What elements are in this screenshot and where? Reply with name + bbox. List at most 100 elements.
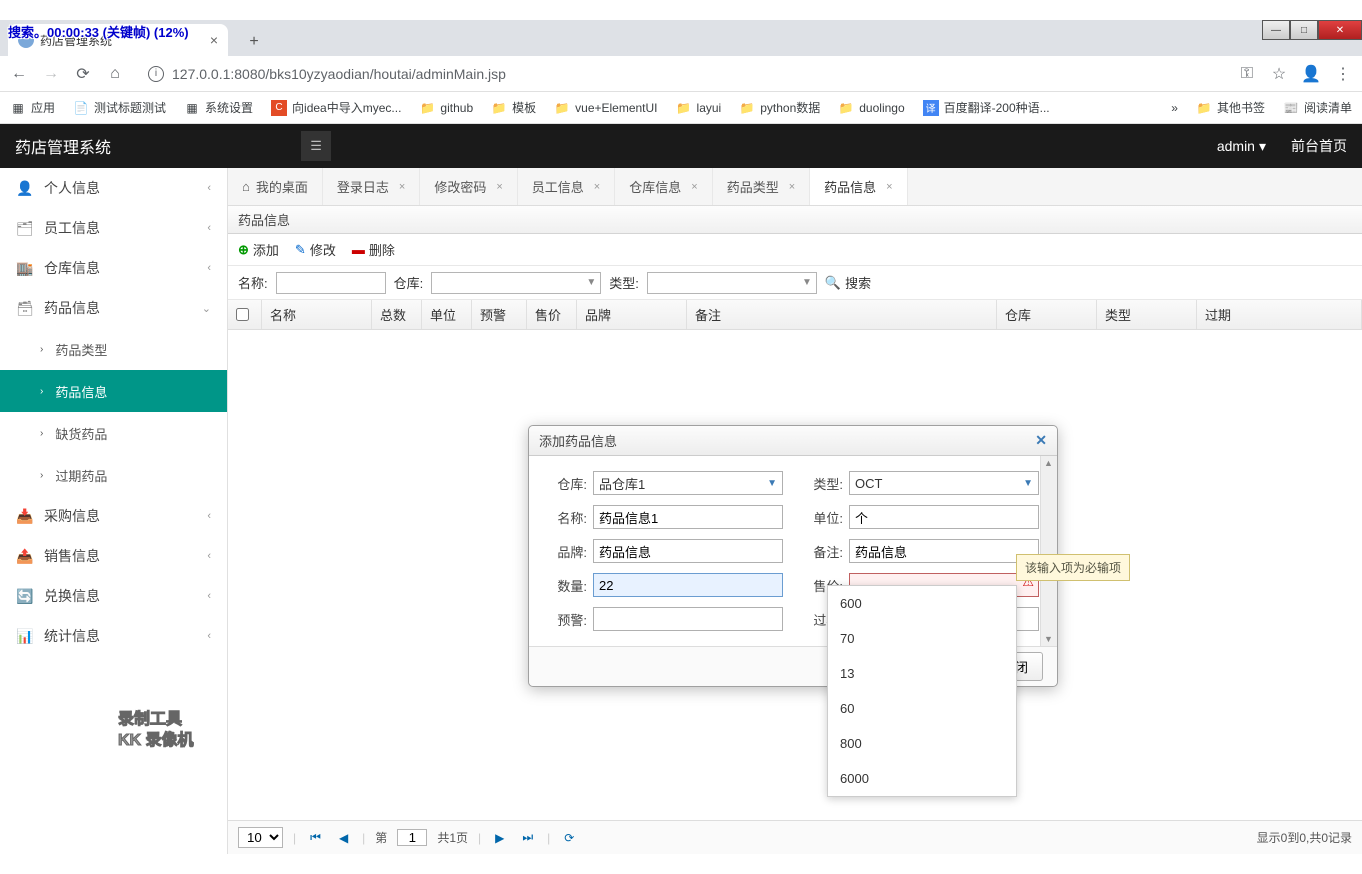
user-menu[interactable]: admin ▾ (1217, 138, 1266, 155)
dialog-close-icon[interactable]: ✕ (1035, 432, 1047, 449)
delete-button[interactable]: ▬删除 (352, 240, 395, 259)
tab-changepw[interactable]: 修改密码× (420, 168, 517, 205)
bookmark-folder[interactable]: 📁layui (676, 100, 722, 116)
add-button[interactable]: ⊕添加 (238, 240, 279, 259)
col-warn[interactable]: 预警 (472, 300, 527, 329)
col-wh[interactable]: 仓库 (997, 300, 1097, 329)
browser-menu-icon[interactable]: ⋮ (1334, 65, 1352, 83)
tab-drugtype[interactable]: 药品类型× (713, 168, 810, 205)
forward-icon[interactable]: → (42, 65, 60, 83)
sidebar-item-staff[interactable]: 🗂员工信息‹ (0, 208, 227, 248)
sidebar-sub-expired[interactable]: ›过期药品 (0, 454, 227, 496)
name-input[interactable] (593, 505, 783, 529)
search-type-combo[interactable]: ▼ (647, 272, 817, 294)
col-brand[interactable]: 品牌 (577, 300, 687, 329)
profile-icon[interactable]: 👤 (1302, 65, 1320, 83)
reading-list[interactable]: 📰阅读清单 (1283, 99, 1352, 116)
password-key-icon[interactable]: ⚿ (1238, 65, 1256, 83)
page-number-input[interactable] (397, 829, 427, 846)
dropdown-option[interactable]: 60 (828, 691, 1016, 726)
close-icon[interactable]: × (594, 181, 600, 193)
next-page-icon[interactable]: ▶ (491, 831, 508, 845)
window-maximize[interactable]: □ (1290, 20, 1318, 40)
unit-input[interactable] (849, 505, 1039, 529)
close-icon[interactable]: × (496, 181, 502, 193)
bookmark-folder[interactable]: 📁vue+ElementUI (554, 100, 657, 116)
col-total[interactable]: 总数 (372, 300, 422, 329)
col-remark[interactable]: 备注 (687, 300, 997, 329)
bookmark-star-icon[interactable]: ☆ (1270, 65, 1288, 83)
prev-page-icon[interactable]: ◀ (335, 831, 352, 845)
bookmark-item[interactable]: 译百度翻译-200种语... (923, 99, 1050, 116)
home-icon[interactable]: ⌂ (106, 65, 124, 83)
tab-staff[interactable]: 员工信息× (518, 168, 615, 205)
chevron-right-icon: › (40, 470, 43, 481)
close-icon[interactable]: × (789, 181, 795, 193)
close-icon[interactable]: × (886, 181, 892, 193)
sidebar-item-drugs[interactable]: 🗃药品信息⌄ (0, 288, 227, 328)
col-type[interactable]: 类型 (1097, 300, 1197, 329)
reload-icon[interactable]: ⟳ (74, 65, 92, 83)
tab-close-icon[interactable]: × (210, 32, 218, 48)
dropdown-option[interactable]: 600 (828, 586, 1016, 621)
last-page-icon[interactable]: ⏭ (518, 830, 537, 845)
close-icon[interactable]: × (399, 181, 405, 193)
tab-warehouse[interactable]: 仓库信息× (615, 168, 712, 205)
dialog-title-bar[interactable]: 添加药品信息 ✕ (529, 426, 1057, 456)
bookmark-item[interactable]: ▦系统设置 (184, 99, 253, 116)
dropdown-option[interactable]: 70 (828, 621, 1016, 656)
sidebar-item-stats[interactable]: 📊统计信息‹ (0, 616, 227, 656)
bookmarks-overflow[interactable]: » (1171, 101, 1178, 115)
url-bar[interactable]: i 127.0.0.1:8080/bks10yzyaodian/houtai/a… (138, 66, 1224, 82)
sidebar-item-exchange[interactable]: 🔄兑换信息‹ (0, 576, 227, 616)
search-name-input[interactable] (276, 272, 386, 294)
search-button[interactable]: 🔍搜索 (825, 273, 871, 292)
warning-input[interactable] (593, 607, 783, 631)
bookmark-item[interactable]: 📄测试标题测试 (73, 99, 166, 116)
select-all-checkbox[interactable] (236, 308, 249, 321)
window-minimize[interactable]: — (1262, 20, 1290, 40)
home-link[interactable]: 前台首页 (1291, 136, 1347, 156)
sidebar-item-warehouse[interactable]: 🏬仓库信息‹ (0, 248, 227, 288)
col-price[interactable]: 售价 (527, 300, 577, 329)
sidebar-toggle[interactable]: ☰ (301, 131, 331, 161)
sidebar-item-sales[interactable]: 📤销售信息‹ (0, 536, 227, 576)
sidebar-sub-drug-type[interactable]: ›药品类型 (0, 328, 227, 370)
refresh-icon[interactable]: ⟳ (560, 831, 578, 845)
edit-button[interactable]: ✎修改 (295, 240, 336, 259)
back-icon[interactable]: ← (10, 65, 28, 83)
page-size-select[interactable]: 10 (238, 827, 283, 848)
sidebar-item-purchase[interactable]: 📥采购信息‹ (0, 496, 227, 536)
sidebar-sub-drug-info[interactable]: ›药品信息 (0, 370, 227, 412)
bookmark-item[interactable]: C向idea中导入myec... (271, 99, 401, 116)
close-icon[interactable]: × (691, 181, 697, 193)
col-expire[interactable]: 过期 (1197, 300, 1362, 329)
search-warehouse-combo[interactable]: ▼ (431, 272, 601, 294)
tab-druginfo[interactable]: 药品信息× (810, 168, 907, 205)
other-bookmarks[interactable]: 📁其他书签 (1196, 99, 1265, 116)
new-tab-button[interactable]: + (240, 28, 268, 56)
dropdown-option[interactable]: 13 (828, 656, 1016, 691)
window-close[interactable]: ✕ (1318, 20, 1362, 40)
dropdown-option[interactable]: 6000 (828, 761, 1016, 796)
quantity-input[interactable] (593, 573, 783, 597)
site-info-icon[interactable]: i (148, 66, 164, 82)
dropdown-option[interactable]: 800 (828, 726, 1016, 761)
bookmark-apps[interactable]: ▦应用 (10, 99, 55, 116)
first-page-icon[interactable]: ⏮ (306, 830, 325, 845)
tab-loginlog[interactable]: 登录日志× (323, 168, 420, 205)
dialog-scrollbar[interactable] (1040, 456, 1057, 646)
bookmark-folder[interactable]: 📁github (419, 100, 473, 116)
type-combo[interactable]: OCT▼ (849, 471, 1039, 495)
sidebar-sub-shortage[interactable]: ›缺货药品 (0, 412, 227, 454)
remark-input[interactable] (849, 539, 1039, 563)
tab-desktop[interactable]: ⌂我的桌面 (228, 168, 323, 205)
sidebar-item-personal[interactable]: 👤个人信息‹ (0, 168, 227, 208)
brand-input[interactable] (593, 539, 783, 563)
col-unit[interactable]: 单位 (422, 300, 472, 329)
col-name[interactable]: 名称 (262, 300, 372, 329)
bookmark-folder[interactable]: 📁duolingo (838, 100, 904, 116)
bookmark-folder[interactable]: 📁模板 (491, 99, 536, 116)
bookmark-folder[interactable]: 📁python数据 (739, 99, 820, 116)
warehouse-combo[interactable]: 品仓库1▼ (593, 471, 783, 495)
